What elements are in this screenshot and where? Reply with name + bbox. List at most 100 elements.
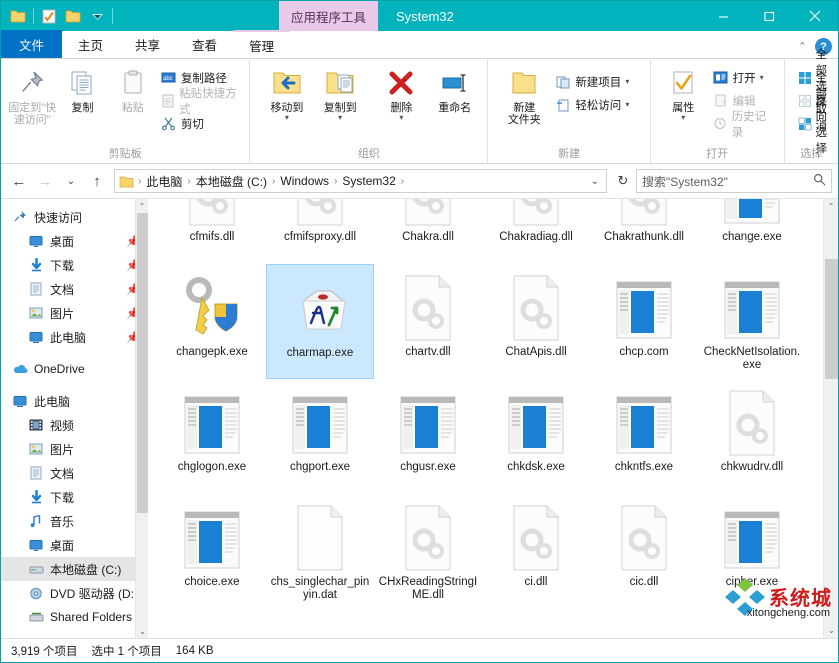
rename-button[interactable]: 重命名: [428, 63, 481, 114]
tab-home[interactable]: 主页: [62, 30, 119, 58]
sidebar-item-this-pc-qa[interactable]: 此电脑 📌: [1, 325, 148, 349]
file-scroll-thumb[interactable]: [825, 259, 838, 379]
invert-selection-button[interactable]: 反向选择: [795, 95, 833, 155]
sidebar-item-desktop-pc[interactable]: 桌面: [1, 533, 148, 557]
sidebar-item-downloads[interactable]: 下载 📌: [1, 253, 148, 277]
file-item[interactable]: CHxReadingStringIME.dll: [374, 494, 482, 609]
up-button[interactable]: ↑: [85, 169, 109, 193]
refresh-button[interactable]: ↻: [612, 169, 634, 193]
file-item[interactable]: choice.exe: [158, 494, 266, 609]
chevron-down-icon[interactable]: ▾: [285, 114, 289, 122]
sidebar-item-pictures-pc[interactable]: 图片: [1, 437, 148, 461]
search-icon[interactable]: [813, 173, 826, 189]
file-item[interactable]: change.exe: [698, 199, 806, 264]
sidebar-item-videos[interactable]: 视频: [1, 413, 148, 437]
file-name: changepk.exe: [176, 346, 248, 358]
breadcrumb[interactable]: › 此电脑 › 本地磁盘 (C:) › Windows › System32 ›…: [114, 169, 607, 193]
folder-icon[interactable]: [7, 5, 29, 27]
tab-manage[interactable]: 管理: [233, 30, 291, 58]
breadcrumb-item-3[interactable]: System32: [339, 174, 398, 188]
navpane-scroll-up-icon[interactable]: ⌃: [136, 199, 148, 213]
file-item[interactable]: CheckNetIsolation.exe: [698, 264, 806, 379]
history-button[interactable]: 历史记录: [710, 111, 778, 139]
file-item[interactable]: cfmifsproxy.dll: [266, 199, 374, 264]
breadcrumb-dropdown-icon[interactable]: ⌄: [591, 176, 602, 187]
close-button[interactable]: [792, 1, 838, 31]
paste-button[interactable]: 粘贴: [108, 63, 158, 114]
sidebar-item-dvd-drive-d[interactable]: DVD 驱动器 (D:: [1, 581, 148, 605]
file-item[interactable]: chkdsk.exe: [482, 379, 590, 494]
chevron-down-icon-3[interactable]: ▾: [399, 114, 403, 122]
file-item[interactable]: chcp.com: [590, 264, 698, 379]
move-to-button[interactable]: 移动到 ▾: [260, 63, 313, 122]
file-item[interactable]: Chakrathunk.dll: [590, 199, 698, 264]
new-folder-button[interactable]: 新建 文件夹: [496, 63, 552, 126]
recent-locations-button[interactable]: ⌄: [59, 169, 83, 193]
sidebar-item-onedrive[interactable]: OneDrive: [1, 357, 148, 381]
file-list-scrollbar[interactable]: ⌃ ⌄: [823, 199, 838, 638]
navpane-scrollbar[interactable]: ⌃ ⌄: [135, 199, 148, 638]
tab-file[interactable]: 文件: [1, 30, 63, 58]
sidebar-item-documents[interactable]: 文档 📌: [1, 277, 148, 301]
properties-icon[interactable]: [38, 5, 60, 27]
maximize-button[interactable]: [746, 1, 792, 31]
file-item[interactable]: Chakradiag.dll: [482, 199, 590, 264]
customize-dropdown-icon[interactable]: [86, 5, 108, 27]
forward-button[interactable]: →: [33, 169, 57, 193]
chevron-down-icon-5[interactable]: ▾: [625, 100, 629, 109]
nav-header-this-pc[interactable]: 此电脑: [1, 389, 148, 413]
file-item[interactable]: ChatApis.dll: [482, 264, 590, 379]
chevron-down-icon-6[interactable]: ▾: [681, 114, 685, 122]
open-button[interactable]: 打开 ▾: [710, 67, 778, 88]
sidebar-item-documents-pc[interactable]: 文档: [1, 461, 148, 485]
minimize-button[interactable]: [700, 1, 746, 31]
new-item-button[interactable]: 新建项目 ▾: [552, 71, 632, 92]
navpane-scroll-thumb[interactable]: [137, 213, 148, 513]
chevron-down-icon-2[interactable]: ▾: [338, 114, 342, 122]
sidebar-item-local-disk-c[interactable]: 本地磁盘 (C:): [1, 557, 148, 581]
search-input[interactable]: 搜索"System32": [636, 169, 832, 193]
breadcrumb-item-0[interactable]: 此电脑: [143, 173, 185, 190]
properties-button[interactable]: 属性 ▾: [657, 63, 710, 122]
back-button[interactable]: ←: [7, 169, 31, 193]
file-item[interactable]: changepk.exe: [158, 264, 266, 379]
file-item[interactable]: chkwudrv.dll: [698, 379, 806, 494]
new-folder-icon[interactable]: [62, 5, 84, 27]
file-item[interactable]: chkntfs.exe: [590, 379, 698, 494]
cut-button[interactable]: 剪切: [158, 113, 243, 134]
nav-header-quick-access[interactable]: 快速访问: [1, 205, 148, 229]
tab-view[interactable]: 查看: [176, 30, 233, 58]
file-item[interactable]: ci.dll: [482, 494, 590, 609]
file-item-selected[interactable]: charmap.exe: [266, 264, 374, 379]
file-item[interactable]: chartv.dll: [374, 264, 482, 379]
sidebar-item-pictures[interactable]: 图片 📌: [1, 301, 148, 325]
delete-button[interactable]: 删除 ▾: [375, 63, 428, 122]
sidebar-item-desktop[interactable]: 桌面 📌: [1, 229, 148, 253]
file-item[interactable]: chs_singlechar_pinyin.dat: [266, 494, 374, 609]
tab-share[interactable]: 共享: [119, 30, 176, 58]
file-item[interactable]: chgport.exe: [266, 379, 374, 494]
paste-shortcut-button[interactable]: 粘贴快捷方式: [158, 88, 243, 116]
chevron-down-icon-7[interactable]: ▾: [760, 73, 764, 82]
file-item[interactable]: cic.dll: [590, 494, 698, 609]
file-scroll-down-icon[interactable]: ⌄: [824, 623, 838, 638]
file-item[interactable]: chglogon.exe: [158, 379, 266, 494]
collapse-ribbon-icon[interactable]: ⌃: [798, 40, 807, 53]
sidebar-item-music[interactable]: 音乐: [1, 509, 148, 533]
file-item[interactable]: chgusr.exe: [374, 379, 482, 494]
breadcrumb-item-1[interactable]: 本地磁盘 (C:): [193, 173, 270, 190]
sidebar-item-shared-folders[interactable]: Shared Folders: [1, 605, 148, 629]
copy-button[interactable]: 复制: [57, 63, 107, 114]
navpane-scroll-down-icon[interactable]: ⌄: [136, 624, 148, 638]
copy-to-button[interactable]: 复制到 ▾: [314, 63, 367, 122]
breadcrumb-item-2[interactable]: Windows: [277, 174, 332, 188]
file-item[interactable]: cfmifs.dll: [158, 199, 266, 264]
file-item[interactable]: Chakra.dll: [374, 199, 482, 264]
sidebar-item-downloads-pc[interactable]: 下载: [1, 485, 148, 509]
pin-to-quick-access-button[interactable]: 固定到"快 速访问": [7, 63, 57, 126]
file-list-pane[interactable]: cfmifs.dll cfmifsproxy.dll Chakra.dll Ch…: [148, 199, 838, 638]
chevron-down-icon-4[interactable]: ▾: [625, 77, 629, 86]
easy-access-button[interactable]: 轻松访问 ▾: [552, 94, 632, 115]
file-item[interactable]: cipher.exe: [698, 494, 806, 609]
file-scroll-up-icon[interactable]: ⌃: [824, 199, 838, 214]
